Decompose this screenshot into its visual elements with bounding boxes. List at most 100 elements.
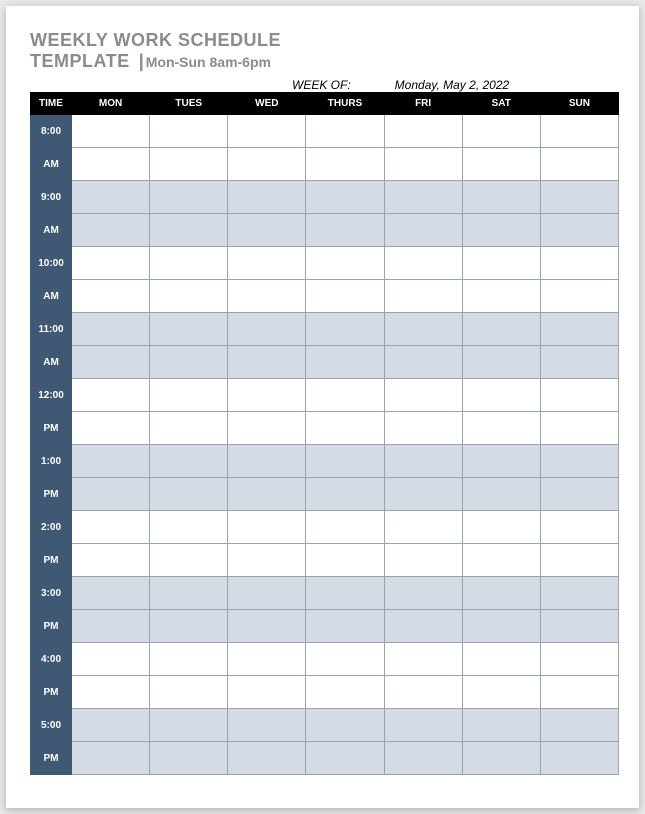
schedule-cell[interactable] [540,412,618,445]
schedule-cell[interactable] [306,280,384,313]
schedule-cell[interactable] [462,610,540,643]
schedule-cell[interactable] [228,379,306,412]
schedule-cell[interactable] [306,643,384,676]
schedule-cell[interactable] [384,346,462,379]
schedule-cell[interactable] [384,676,462,709]
schedule-cell[interactable] [306,544,384,577]
schedule-cell[interactable] [306,247,384,280]
schedule-cell[interactable] [384,742,462,775]
schedule-cell[interactable] [72,313,150,346]
schedule-cell[interactable] [462,709,540,742]
schedule-cell[interactable] [228,709,306,742]
schedule-cell[interactable] [540,148,618,181]
schedule-cell[interactable] [150,577,228,610]
schedule-cell[interactable] [306,742,384,775]
schedule-cell[interactable] [72,346,150,379]
schedule-cell[interactable] [306,676,384,709]
schedule-cell[interactable] [306,346,384,379]
schedule-cell[interactable] [228,148,306,181]
schedule-cell[interactable] [384,214,462,247]
schedule-cell[interactable] [150,280,228,313]
schedule-cell[interactable] [462,445,540,478]
schedule-cell[interactable] [150,478,228,511]
schedule-cell[interactable] [228,313,306,346]
schedule-cell[interactable] [540,511,618,544]
schedule-cell[interactable] [540,115,618,148]
schedule-cell[interactable] [462,313,540,346]
schedule-cell[interactable] [72,511,150,544]
schedule-cell[interactable] [540,313,618,346]
schedule-cell[interactable] [228,643,306,676]
schedule-cell[interactable] [540,676,618,709]
schedule-cell[interactable] [72,709,150,742]
schedule-cell[interactable] [306,445,384,478]
schedule-cell[interactable] [384,313,462,346]
schedule-cell[interactable] [306,478,384,511]
schedule-cell[interactable] [462,478,540,511]
schedule-cell[interactable] [306,313,384,346]
schedule-cell[interactable] [384,544,462,577]
schedule-cell[interactable] [540,643,618,676]
schedule-cell[interactable] [384,379,462,412]
schedule-cell[interactable] [540,379,618,412]
schedule-cell[interactable] [228,445,306,478]
schedule-cell[interactable] [228,742,306,775]
schedule-cell[interactable] [228,610,306,643]
schedule-cell[interactable] [72,148,150,181]
schedule-cell[interactable] [462,577,540,610]
schedule-cell[interactable] [306,511,384,544]
schedule-cell[interactable] [228,346,306,379]
schedule-cell[interactable] [150,379,228,412]
schedule-cell[interactable] [540,445,618,478]
schedule-cell[interactable] [540,346,618,379]
schedule-cell[interactable] [228,214,306,247]
schedule-cell[interactable] [462,346,540,379]
schedule-cell[interactable] [462,181,540,214]
schedule-cell[interactable] [384,247,462,280]
schedule-cell[interactable] [72,610,150,643]
schedule-cell[interactable] [306,148,384,181]
schedule-cell[interactable] [72,445,150,478]
schedule-cell[interactable] [72,577,150,610]
schedule-cell[interactable] [228,676,306,709]
schedule-cell[interactable] [72,214,150,247]
schedule-cell[interactable] [384,181,462,214]
schedule-cell[interactable] [540,280,618,313]
schedule-cell[interactable] [150,511,228,544]
schedule-cell[interactable] [72,247,150,280]
schedule-cell[interactable] [384,610,462,643]
schedule-cell[interactable] [228,544,306,577]
schedule-cell[interactable] [150,643,228,676]
schedule-cell[interactable] [384,577,462,610]
schedule-cell[interactable] [384,511,462,544]
schedule-cell[interactable] [384,412,462,445]
schedule-cell[interactable] [150,412,228,445]
schedule-cell[interactable] [384,280,462,313]
schedule-cell[interactable] [150,610,228,643]
schedule-cell[interactable] [150,247,228,280]
schedule-cell[interactable] [150,313,228,346]
schedule-cell[interactable] [306,709,384,742]
schedule-cell[interactable] [462,214,540,247]
schedule-cell[interactable] [384,478,462,511]
schedule-cell[interactable] [306,610,384,643]
schedule-cell[interactable] [540,742,618,775]
schedule-cell[interactable] [462,676,540,709]
schedule-cell[interactable] [462,280,540,313]
schedule-cell[interactable] [462,247,540,280]
schedule-cell[interactable] [150,742,228,775]
schedule-cell[interactable] [306,379,384,412]
schedule-cell[interactable] [150,115,228,148]
schedule-cell[interactable] [306,214,384,247]
schedule-cell[interactable] [150,445,228,478]
schedule-cell[interactable] [150,148,228,181]
schedule-cell[interactable] [150,676,228,709]
schedule-cell[interactable] [150,346,228,379]
schedule-cell[interactable] [462,544,540,577]
schedule-cell[interactable] [150,181,228,214]
schedule-cell[interactable] [150,214,228,247]
schedule-cell[interactable] [72,742,150,775]
schedule-cell[interactable] [462,148,540,181]
schedule-cell[interactable] [540,181,618,214]
schedule-cell[interactable] [462,643,540,676]
